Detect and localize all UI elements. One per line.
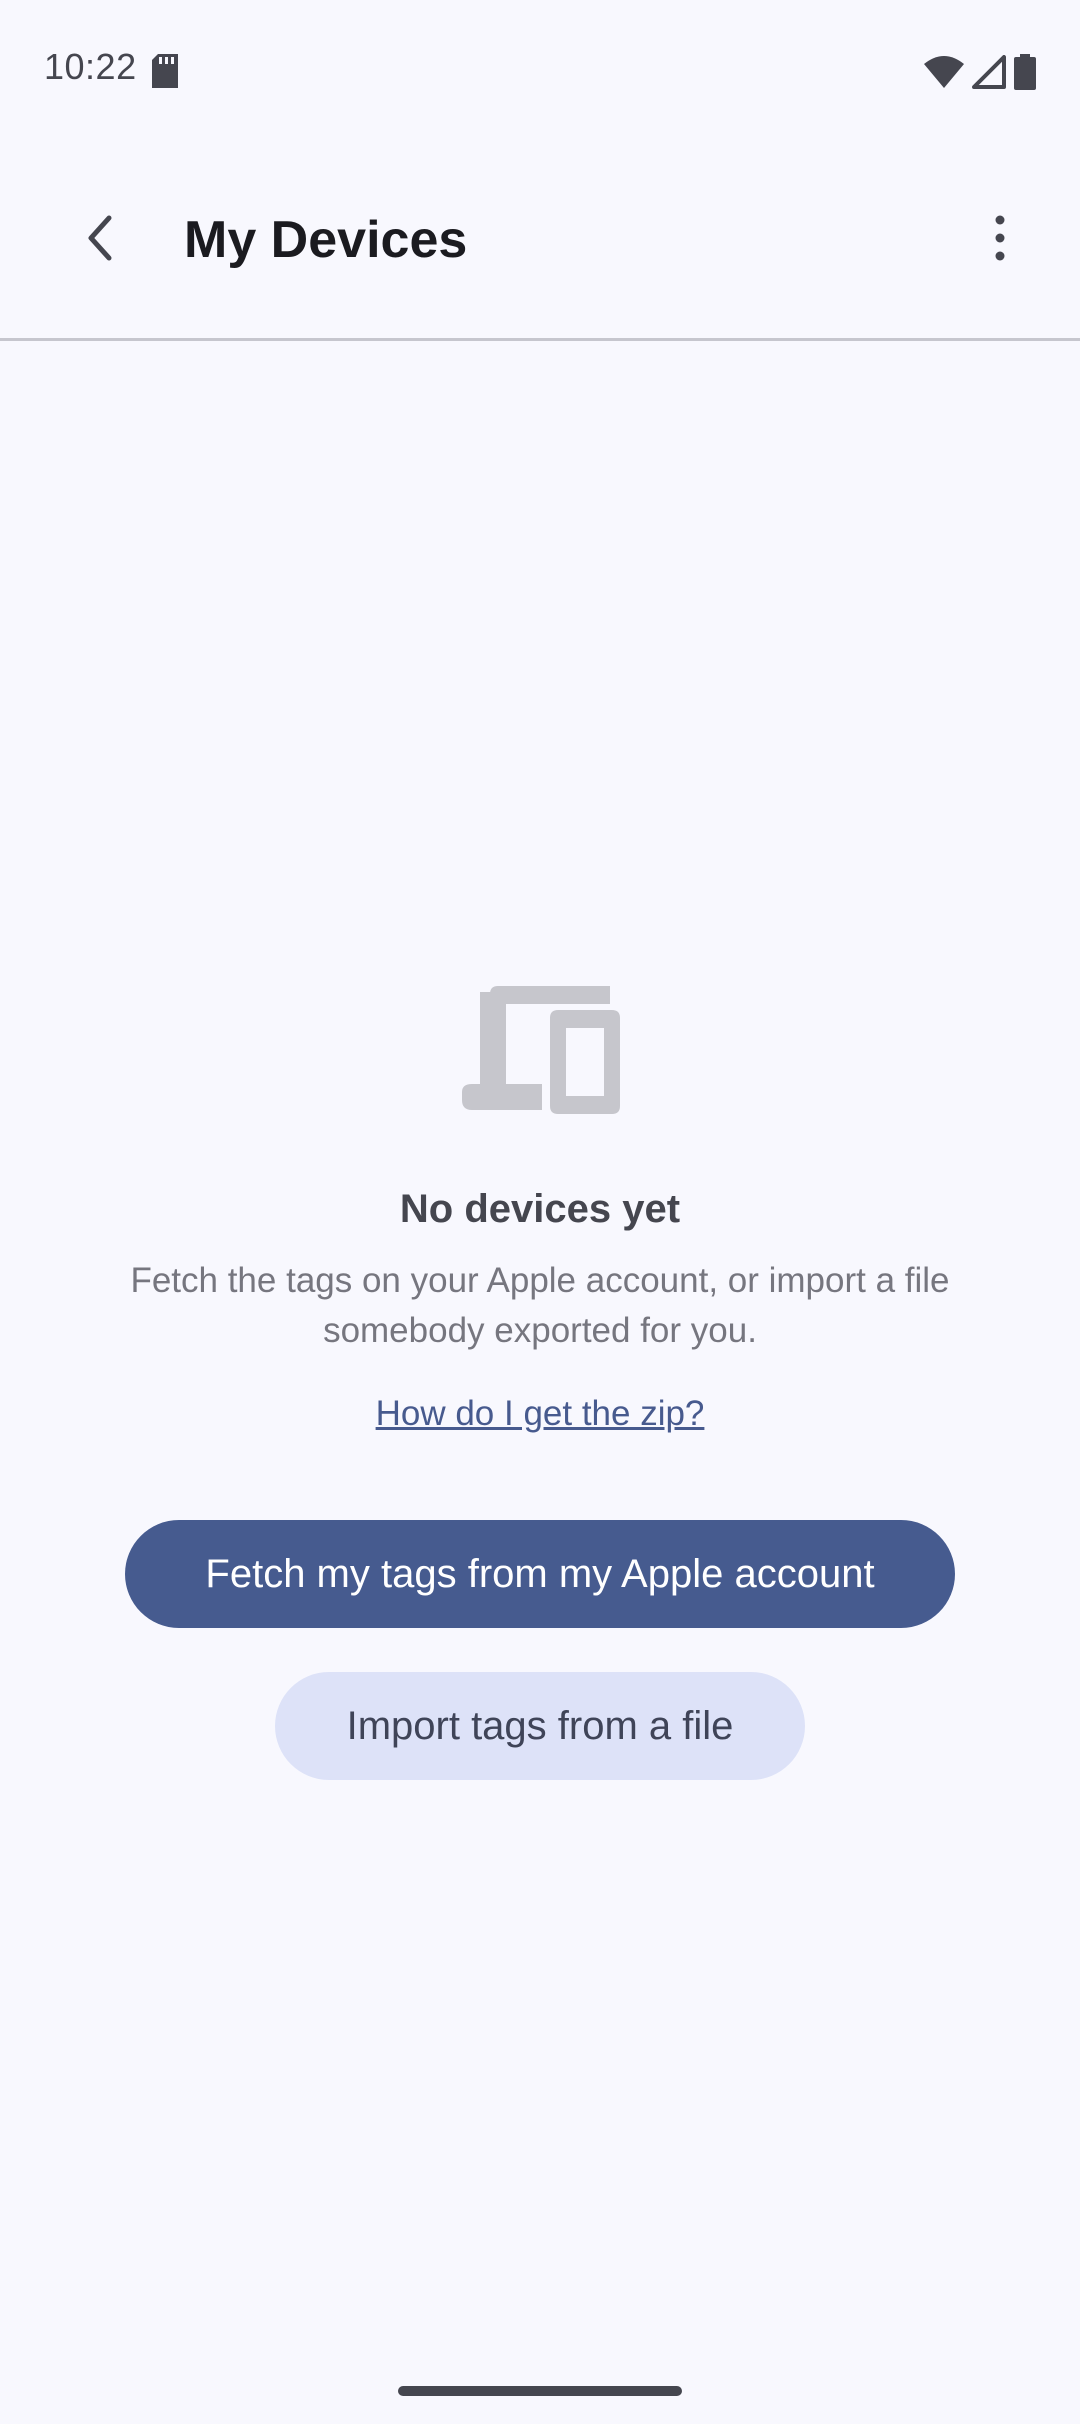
app-bar-divider [0,338,1080,341]
page-title: My Devices [184,211,468,269]
fetch-tags-button[interactable]: Fetch my tags from my Apple account [125,1520,955,1628]
app-bar: My Devices [0,140,1080,340]
more-options-button[interactable] [960,200,1040,280]
sd-card-icon [150,54,180,93]
how-to-get-zip-link[interactable]: How do I get the zip? [376,1394,705,1434]
devices-icon [460,984,620,1119]
screen: 10:22 My Devices No devices yet Fetch th… [0,0,1080,2424]
empty-state-description: Fetch the tags on your Apple account, or… [130,1261,950,1350]
more-vert-icon [994,214,1006,267]
battery-icon [1014,54,1036,95]
back-arrow-icon [85,214,115,267]
status-icons [924,54,1036,95]
status-bar: 10:22 [0,0,1080,140]
import-tags-button[interactable]: Import tags from a file [275,1672,805,1780]
back-button[interactable] [60,200,140,280]
wifi-icon [924,56,964,93]
status-time: 10:22 [44,46,137,87]
cell-signal-icon [972,55,1006,94]
empty-state-title: No devices yet [399,1187,681,1231]
empty-state: No devices yet Fetch the tags on your Ap… [0,960,1080,1780]
home-indicator[interactable] [398,2386,682,2396]
